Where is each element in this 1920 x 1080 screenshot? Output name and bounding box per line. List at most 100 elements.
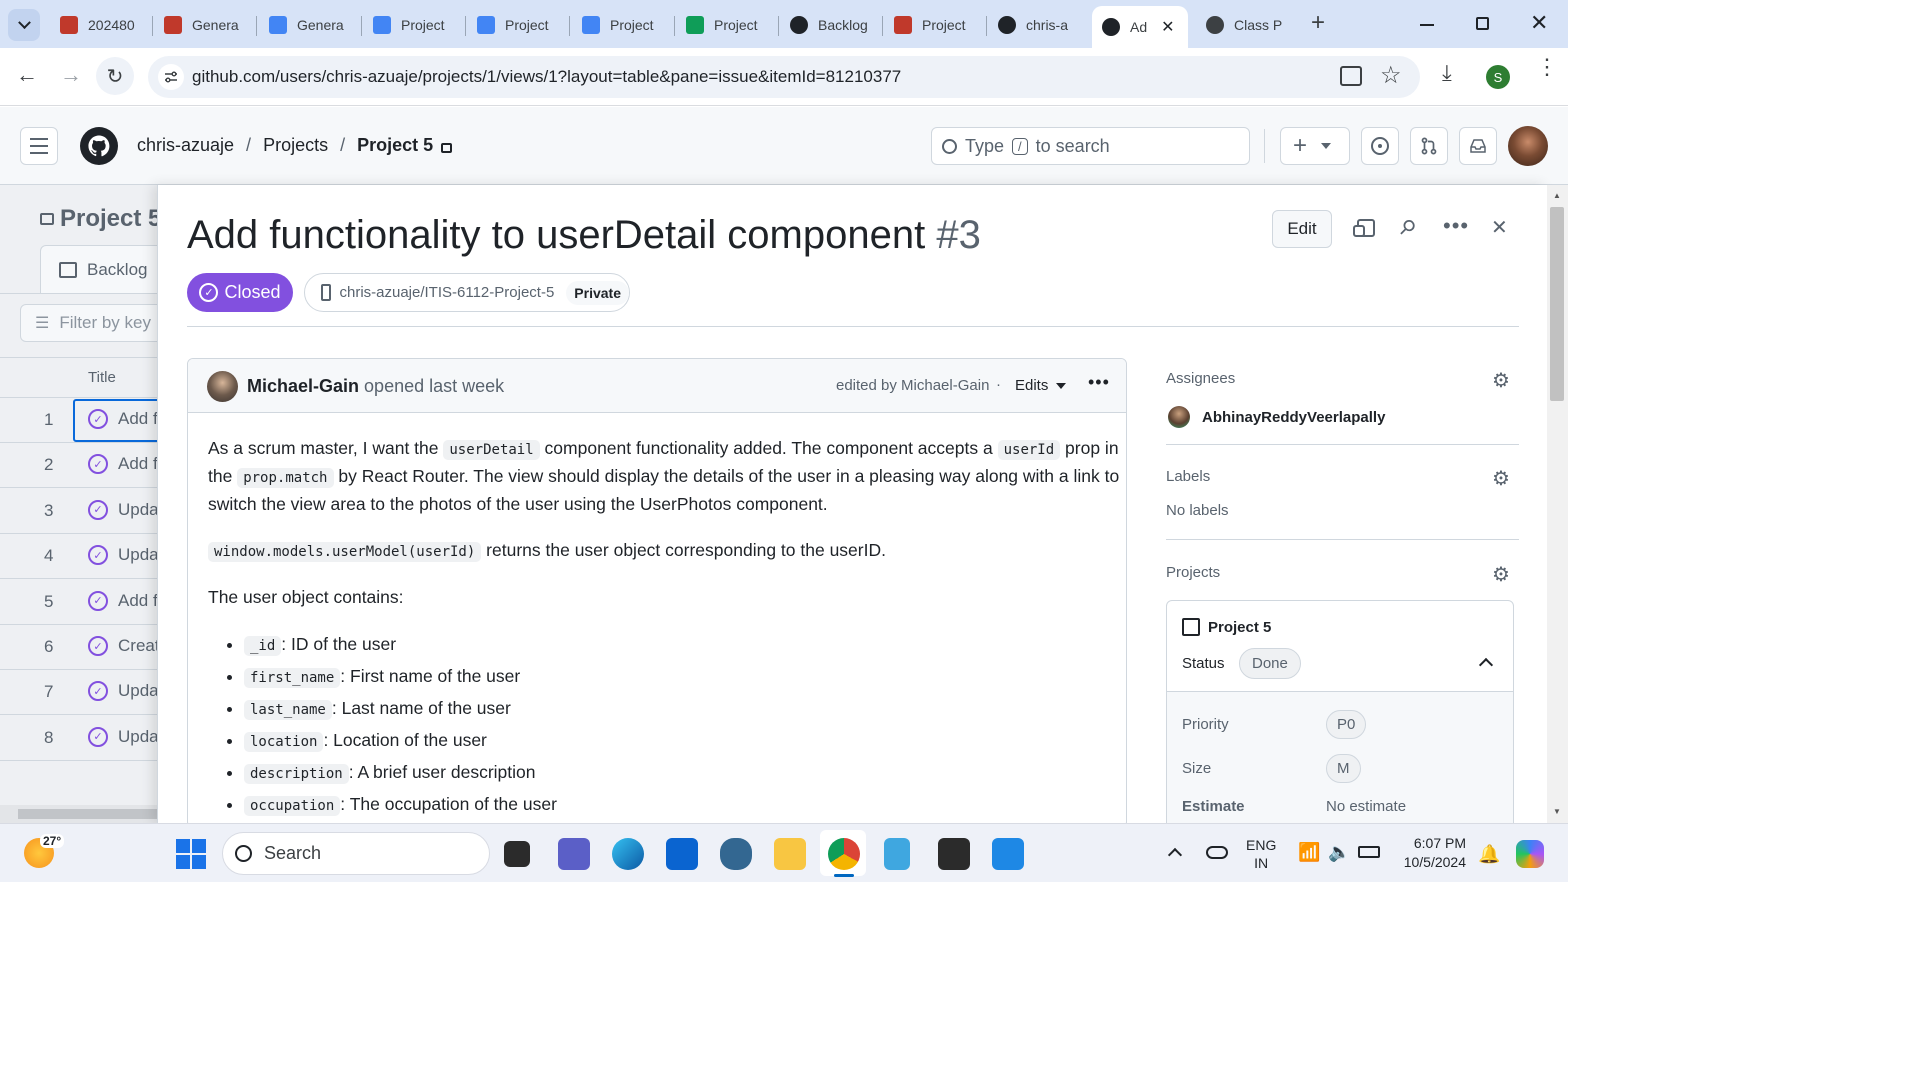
- copilot-icon[interactable]: [1516, 840, 1544, 868]
- status-value[interactable]: Done: [1239, 648, 1301, 679]
- forward-button[interactable]: →: [60, 62, 82, 88]
- file-explorer-icon[interactable]: [774, 838, 806, 870]
- close-tab-icon[interactable]: ✕: [1161, 17, 1174, 37]
- view-tab-backlog[interactable]: Backlog: [40, 245, 170, 293]
- github-logo-icon[interactable]: [80, 127, 118, 165]
- install-app-icon[interactable]: [1340, 66, 1362, 86]
- task-view-icon[interactable]: [504, 841, 530, 867]
- copy-link-icon[interactable]: [1353, 219, 1375, 237]
- column-header-title[interactable]: Title: [88, 369, 116, 386]
- edits-dropdown[interactable]: Edits: [1015, 377, 1067, 394]
- postgres-icon[interactable]: [720, 838, 752, 870]
- browser-tab[interactable]: Project: [572, 8, 672, 42]
- chevron-up-icon[interactable]: [1167, 847, 1183, 863]
- priority-value[interactable]: P0: [1326, 710, 1367, 739]
- clock[interactable]: 6:07 PM 10/5/2024: [1398, 834, 1466, 872]
- labels-settings-gear-icon[interactable]: ⚙: [1492, 466, 1510, 491]
- assignee[interactable]: AbhinayReddyVeerlapally: [1168, 406, 1385, 428]
- browser-tab[interactable]: Genera: [154, 8, 254, 42]
- close-panel-icon[interactable]: ✕: [1491, 215, 1508, 240]
- inbox-button[interactable]: [1459, 127, 1497, 165]
- projects-settings-gear-icon[interactable]: ⚙: [1492, 562, 1510, 587]
- browser-tab[interactable]: chris-a: [988, 8, 1088, 42]
- project-link[interactable]: Project 5: [1182, 618, 1271, 636]
- site-info-icon[interactable]: [158, 64, 184, 90]
- issues-button[interactable]: [1361, 127, 1399, 165]
- pull-requests-button[interactable]: [1410, 127, 1448, 165]
- onedrive-icon[interactable]: [1206, 846, 1228, 859]
- teams-icon[interactable]: [558, 838, 590, 870]
- breadcrumb-user-link[interactable]: chris-azuaje: [137, 135, 234, 156]
- url-text[interactable]: github.com/users/chris-azuaje/projects/1…: [192, 67, 901, 87]
- browser-tab[interactable]: Project: [363, 8, 463, 42]
- minimize-button[interactable]: [1420, 24, 1434, 26]
- close-window-button[interactable]: ✕: [1530, 10, 1548, 36]
- browser-tab[interactable]: Class P: [1196, 8, 1296, 42]
- table-row[interactable]: 5 ✓ Add f: [0, 580, 160, 625]
- address-bar[interactable]: github.com/users/chris-azuaje/projects/1…: [148, 56, 1420, 98]
- outlook-icon[interactable]: [666, 838, 698, 870]
- battery-icon[interactable]: [1358, 846, 1380, 858]
- reload-button[interactable]: ↻: [96, 57, 134, 95]
- taskbar-search[interactable]: Search: [222, 832, 490, 875]
- repository-badge[interactable]: chris-azuaje/ITIS-6112-Project-5 Private: [304, 273, 630, 312]
- browser-tab[interactable]: Project: [467, 8, 567, 42]
- back-button[interactable]: ←: [16, 62, 38, 88]
- row-title[interactable]: ✓ Add f: [88, 590, 158, 611]
- hamburger-menu-button[interactable]: [20, 127, 58, 165]
- table-row[interactable]: 2 ✓ Add f: [0, 443, 160, 489]
- horizontal-scrollbar[interactable]: [0, 805, 160, 823]
- wifi-icon[interactable]: 📶: [1298, 842, 1320, 863]
- new-tab-button[interactable]: +: [1306, 11, 1330, 36]
- assignees-settings-gear-icon[interactable]: ⚙: [1492, 368, 1510, 393]
- row-title[interactable]: ✓ Upda: [88, 545, 159, 566]
- comment-options-icon[interactable]: •••: [1088, 372, 1110, 393]
- profile-avatar[interactable]: S: [1486, 65, 1510, 89]
- edit-title-button[interactable]: Edit: [1272, 210, 1332, 248]
- table-row[interactable]: 6 ✓ Creat: [0, 625, 160, 670]
- row-title[interactable]: ✓ Upda: [88, 681, 159, 702]
- browser-tab[interactable]: Genera: [259, 8, 359, 42]
- breadcrumb-project-link[interactable]: Project 5: [357, 135, 433, 156]
- vertical-scrollbar[interactable]: ▲ ▼: [1547, 185, 1568, 823]
- search-input[interactable]: Type / to search: [931, 127, 1250, 165]
- edge-icon[interactable]: [612, 838, 644, 870]
- author-name[interactable]: Michael-Gain: [247, 376, 359, 396]
- table-row[interactable]: 3 ✓ Upda: [0, 489, 160, 534]
- vscode-icon[interactable]: [992, 838, 1024, 870]
- start-button[interactable]: [176, 839, 206, 869]
- row-title[interactable]: ✓ Add f: [88, 454, 158, 475]
- row-title[interactable]: ✓ Upda: [88, 726, 159, 747]
- more-options-icon[interactable]: •••: [1443, 213, 1469, 239]
- volume-icon[interactable]: 🔈: [1328, 842, 1350, 863]
- table-row[interactable]: 7 ✓ Upda: [0, 670, 160, 716]
- browser-tab[interactable]: 202480: [50, 8, 150, 42]
- size-value[interactable]: M: [1326, 754, 1361, 783]
- author-avatar[interactable]: [207, 371, 238, 402]
- notification-bell-icon[interactable]: 🔔: [1478, 844, 1500, 865]
- browser-tab[interactable]: Ad ✕: [1092, 6, 1188, 48]
- restore-button[interactable]: [1476, 17, 1489, 30]
- breadcrumb-projects-link[interactable]: Projects: [263, 135, 328, 156]
- row-title[interactable]: ✓ Upda: [88, 499, 159, 520]
- bookmark-star-icon[interactable]: ☆: [1380, 61, 1402, 90]
- browser-tab[interactable]: Project: [884, 8, 984, 42]
- browser-tab[interactable]: Backlog: [780, 8, 880, 42]
- filter-input[interactable]: ☰ Filter by key: [20, 304, 180, 342]
- chrome-icon[interactable]: [828, 838, 860, 870]
- row-title[interactable]: ✓ Creat: [88, 636, 160, 656]
- tab-search-button[interactable]: [8, 9, 40, 41]
- estimate-value[interactable]: No estimate: [1326, 798, 1406, 815]
- language-indicator[interactable]: ENG IN: [1246, 836, 1276, 872]
- terminal-icon[interactable]: [938, 838, 970, 870]
- downloads-icon[interactable]: ⤓: [1442, 60, 1452, 86]
- user-avatar[interactable]: [1508, 126, 1548, 166]
- pin-icon[interactable]: ⚲: [1393, 213, 1421, 241]
- browser-menu-icon[interactable]: ⋮: [1536, 56, 1558, 78]
- browser-tab[interactable]: Project: [676, 8, 776, 42]
- create-new-button[interactable]: +: [1280, 127, 1350, 165]
- table-row[interactable]: 4 ✓ Upda: [0, 534, 160, 580]
- table-row[interactable]: 8 ✓ Upda: [0, 716, 160, 761]
- chevron-up-icon[interactable]: [1478, 657, 1494, 673]
- notepad-icon[interactable]: [884, 838, 910, 870]
